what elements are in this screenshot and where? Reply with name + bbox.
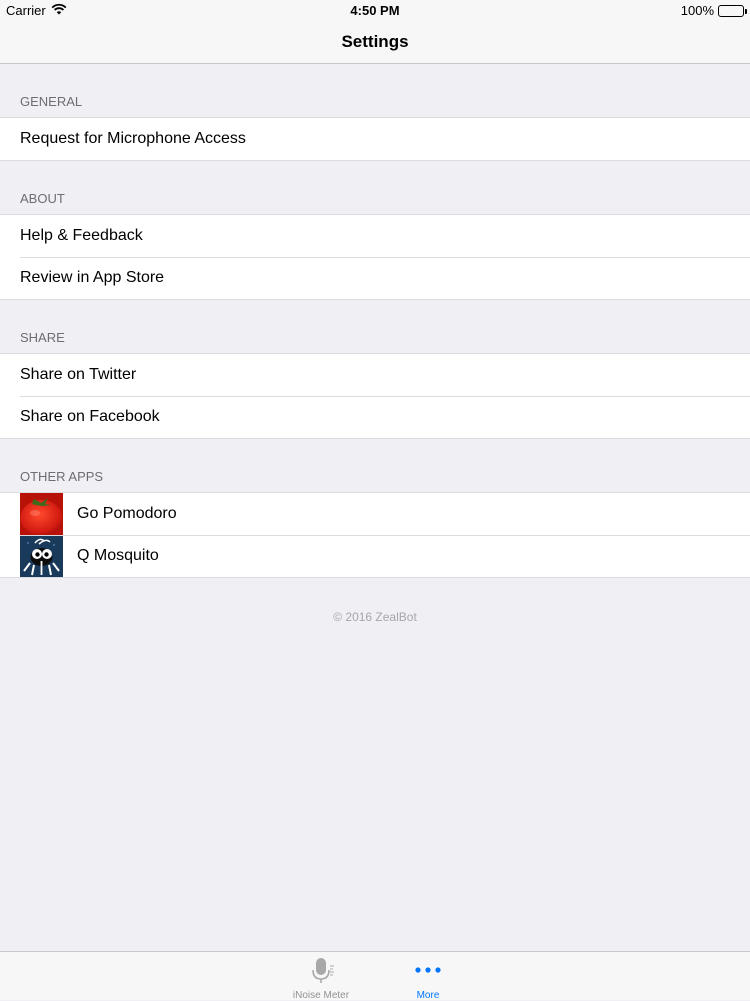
row-share-facebook[interactable]: Share on Facebook [0, 396, 750, 438]
app-name-go-pomodoro: Go Pomodoro [77, 505, 177, 522]
row-microphone-access[interactable]: Request for Microphone Access [0, 118, 750, 160]
tab-inoise-meter[interactable]: iNoise Meter [281, 956, 361, 1001]
section-header-other-apps: OTHER APPS [20, 469, 104, 484]
tab-bar: iNoise Meter More [0, 951, 750, 1001]
tomato-icon [20, 493, 63, 535]
row-q-mosquito[interactable]: Q Mosquito [0, 535, 750, 577]
copyright-footer: © 2016 ZealBot [333, 610, 417, 624]
group-about: Help & Feedback Review in App Store [0, 214, 750, 300]
navigation-bar: Settings [0, 22, 750, 64]
section-header-share: SHARE [20, 330, 65, 345]
tab-label-more: More [416, 990, 440, 1001]
tab-more[interactable]: More [388, 956, 468, 1001]
row-share-twitter[interactable]: Share on Twitter [0, 354, 750, 396]
row-review-app-store[interactable]: Review in App Store [0, 257, 750, 299]
row-go-pomodoro[interactable]: Go Pomodoro [0, 493, 750, 535]
page-title: Settings [341, 32, 409, 51]
app-name-q-mosquito: Q Mosquito [77, 547, 159, 564]
status-time: 4:50 PM [350, 3, 400, 18]
battery-percent: 100% [680, 3, 714, 18]
tab-label-inoise-meter: iNoise Meter [292, 990, 350, 1001]
group-general: Request for Microphone Access [0, 117, 750, 161]
group-share: Share on Twitter Share on Facebook [0, 353, 750, 439]
battery-icon [718, 4, 747, 17]
section-header-about: ABOUT [20, 191, 65, 206]
settings-table: GENERAL Request for Microphone Access AB… [0, 64, 750, 656]
status-right: 100% [680, 3, 747, 18]
section-header-general: GENERAL [20, 94, 83, 109]
microphone-icon [281, 956, 361, 984]
row-help-feedback[interactable]: Help & Feedback [0, 215, 750, 257]
status-bar: Carrier 4:50 PM 100% [0, 0, 750, 22]
more-icon [388, 956, 468, 984]
mosquito-icon [20, 535, 63, 577]
group-other-apps: Go Pomodoro Q Mosquito [0, 492, 750, 578]
